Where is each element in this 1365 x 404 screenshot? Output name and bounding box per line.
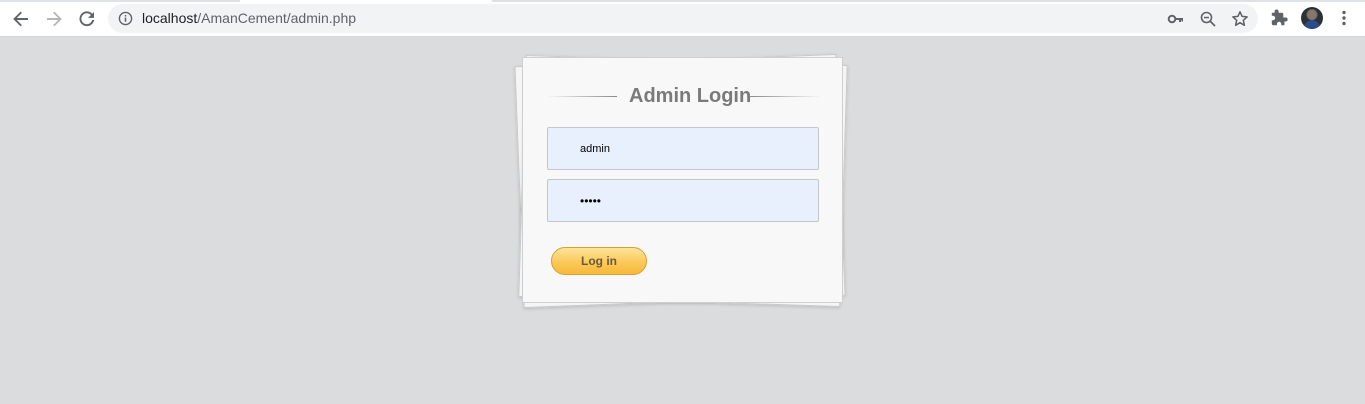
key-icon[interactable] [1167, 10, 1185, 28]
username-field-wrapper [547, 127, 819, 170]
tab-strip [0, 0, 1365, 2]
forward-arrow-icon[interactable] [41, 6, 67, 32]
login-card: Admin Login Log in [522, 57, 843, 303]
page-title: Admin Login [629, 85, 752, 107]
info-icon[interactable] [118, 11, 133, 31]
active-tab[interactable] [240, 0, 492, 2]
title-divider-left [547, 96, 617, 97]
zoom-out-icon[interactable] [1199, 10, 1217, 28]
url-text[interactable]: localhost/AmanCement/admin.php [142, 10, 356, 27]
avatar-body [1304, 20, 1320, 29]
login-header: Admin Login [547, 84, 821, 108]
password-field-wrapper [547, 179, 819, 222]
star-icon[interactable] [1231, 10, 1249, 28]
url-host: localhost [142, 10, 198, 26]
kebab-menu-icon[interactable] [1333, 7, 1355, 29]
address-bar[interactable]: localhost/AmanCement/admin.php [108, 4, 1258, 33]
avatar-face [1308, 10, 1316, 19]
puzzle-icon[interactable] [1268, 7, 1290, 29]
browser-toolbar: localhost/AmanCement/admin.php [0, 0, 1365, 37]
back-arrow-icon[interactable] [8, 6, 34, 32]
reload-icon[interactable] [74, 6, 100, 32]
username-field[interactable] [548, 128, 818, 169]
avatar[interactable] [1301, 7, 1323, 29]
url-path: /AmanCement/admin.php [197, 10, 357, 26]
login-button[interactable]: Log in [551, 247, 647, 275]
title-divider-right [749, 96, 821, 97]
password-field[interactable] [548, 180, 818, 221]
